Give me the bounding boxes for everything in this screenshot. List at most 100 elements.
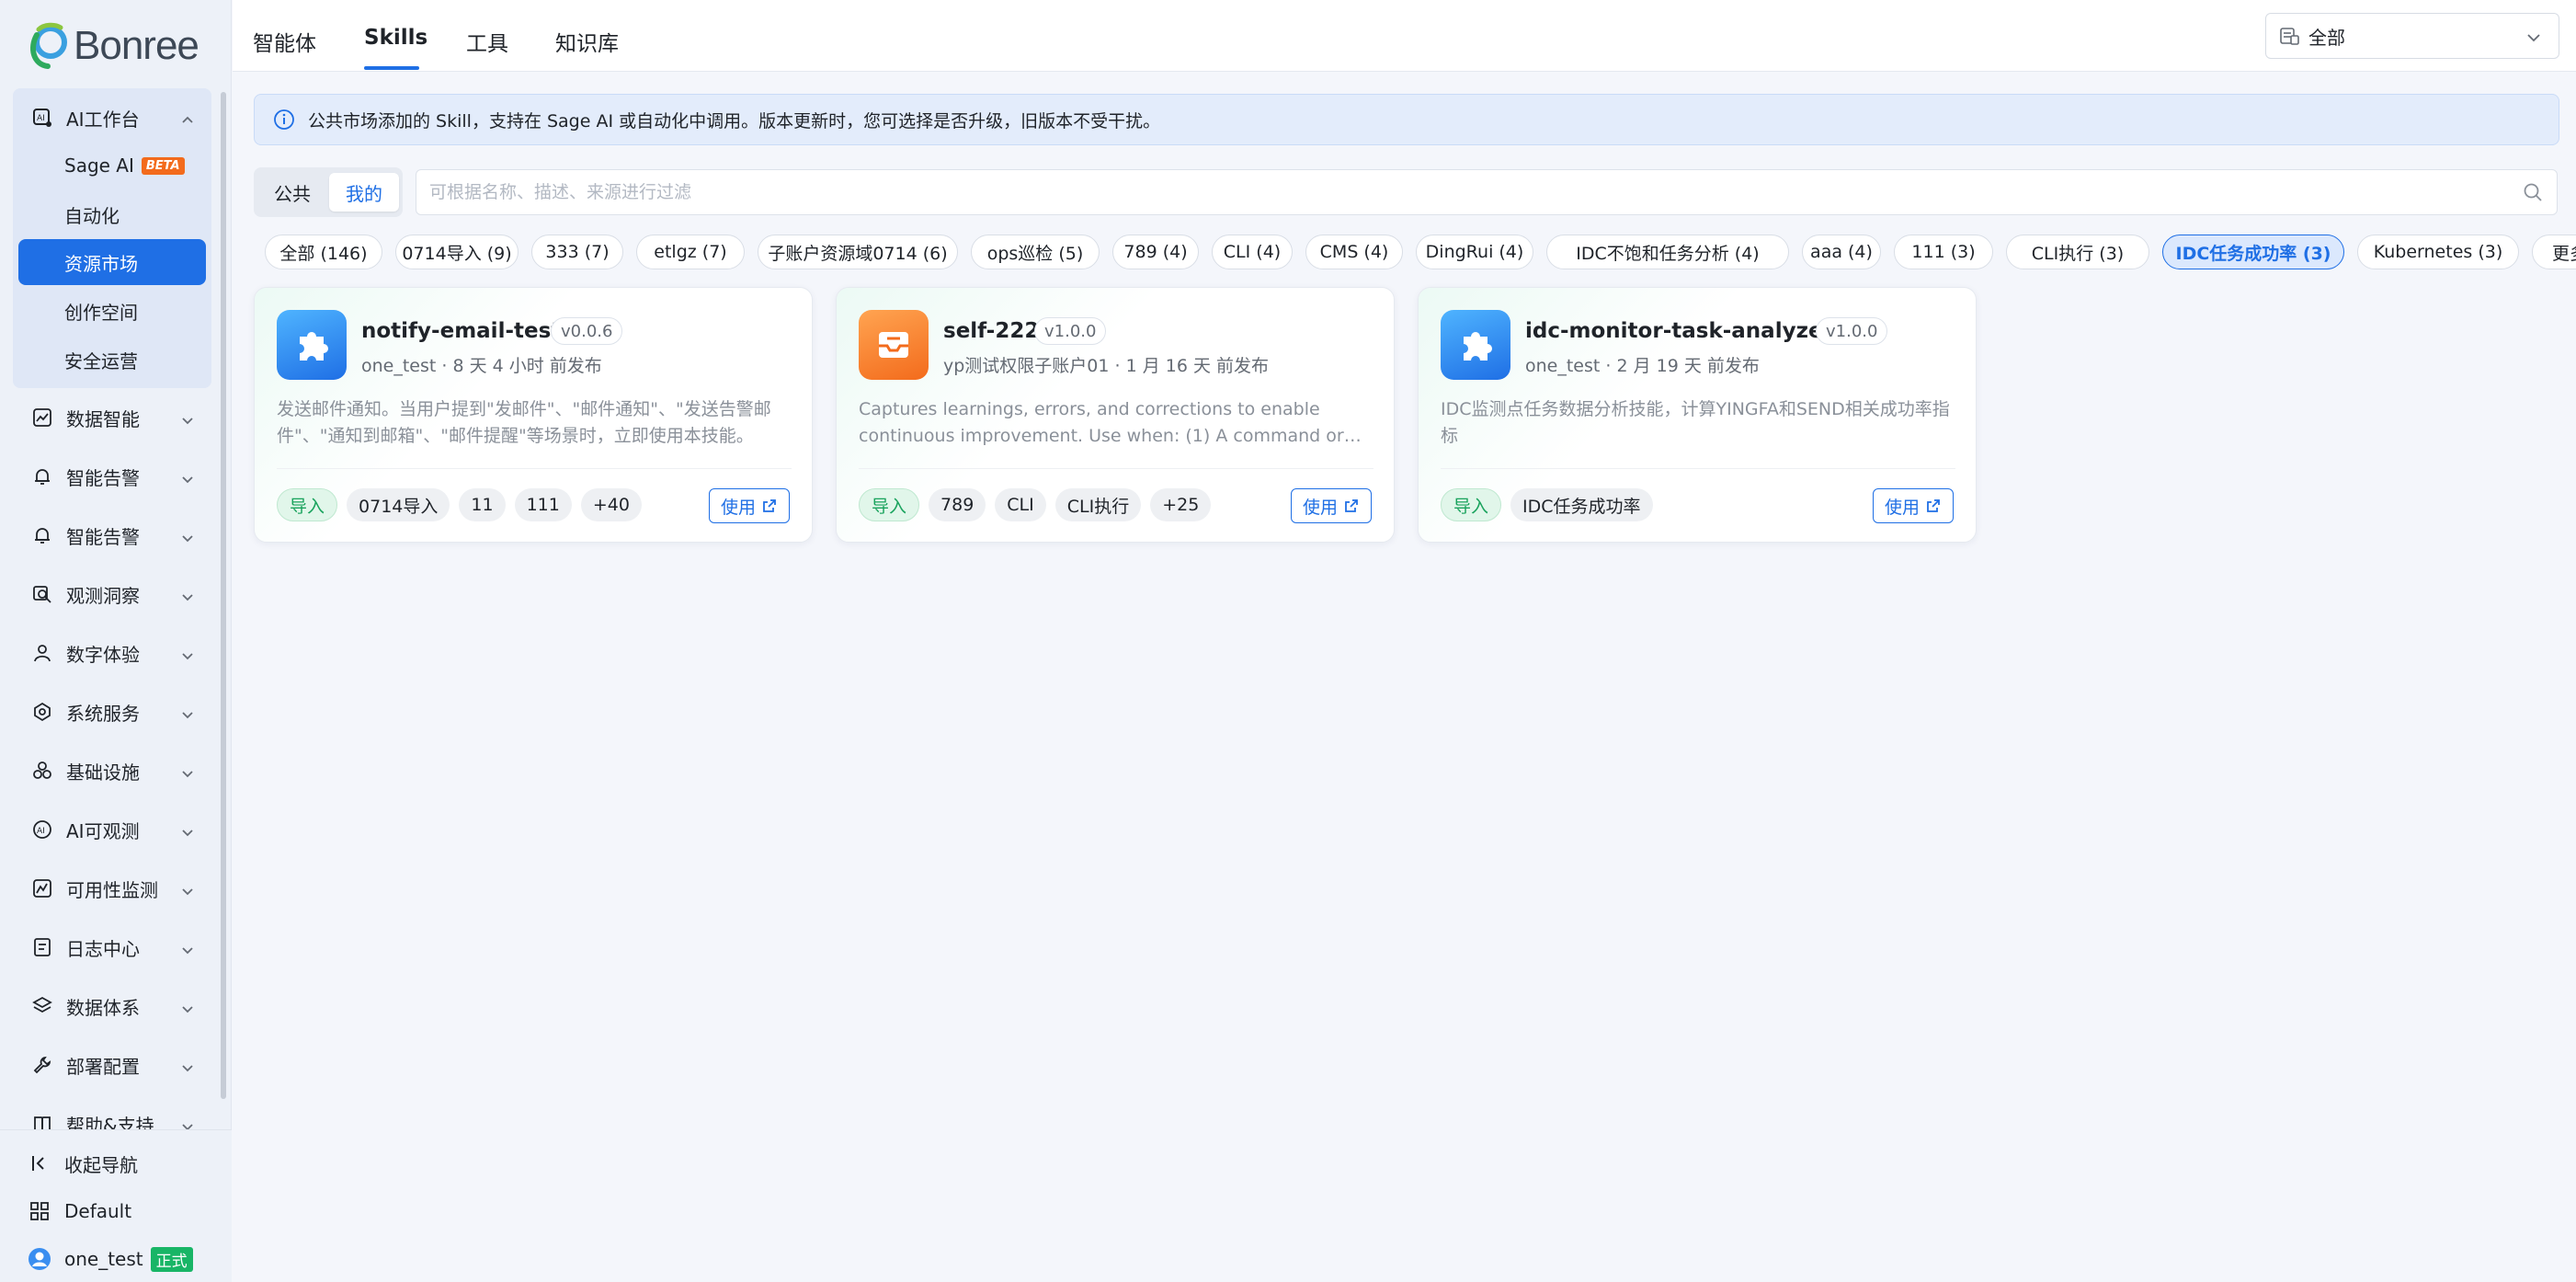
- infrastructure-icon: [31, 760, 53, 782]
- use-button-label: 使用: [720, 497, 756, 518]
- skill-tag: 111: [514, 488, 572, 521]
- filter-chip[interactable]: 111 (3): [1894, 235, 1993, 269]
- filter-chip[interactable]: Kubernetes (3): [2357, 235, 2519, 269]
- user-menu[interactable]: one_test 正式: [28, 1242, 193, 1276]
- search-input[interactable]: [416, 170, 2439, 214]
- skill-title[interactable]: notify-email-test: [361, 319, 561, 343]
- nav-group-system-service[interactable]: 系统服务: [13, 688, 211, 736]
- tab-tools[interactable]: 工具: [466, 26, 508, 57]
- filter-chip[interactable]: 789 (4): [1112, 235, 1199, 269]
- segment-public[interactable]: 公共: [257, 173, 327, 212]
- sidebar-item-label: 安全运营: [64, 349, 138, 372]
- nav-group-header-ai-workbench[interactable]: AI AI工作台: [13, 94, 211, 142]
- nav-group-ai-observe[interactable]: AI AI可观测: [13, 806, 211, 853]
- more-filters-button[interactable]: 更多: [2532, 235, 2576, 269]
- sidebar: Bonree AI AI工作台 Sage AI BETA 自动化 资源市场 创作…: [0, 0, 232, 1282]
- use-button[interactable]: 使用: [1290, 488, 1372, 523]
- nav-group-alert[interactable]: 智能告警: [13, 452, 211, 500]
- nav-group-label: 数据智能: [66, 407, 140, 430]
- sidebar-item-automation[interactable]: 自动化: [18, 191, 206, 237]
- search-icon[interactable]: [2522, 181, 2544, 207]
- publish-meta: one_test · 2 月 19 天 前发布: [1525, 356, 1760, 376]
- filter-chip[interactable]: 子账户资源域0714 (6): [758, 235, 958, 269]
- workspace-switcher[interactable]: Default: [28, 1195, 131, 1228]
- alert-icon: [31, 465, 53, 487]
- filter-chip[interactable]: IDC不饱和任务分析 (4): [1546, 235, 1789, 269]
- filter-chip[interactable]: CLI执行 (3): [2006, 235, 2149, 269]
- skill-description: Captures learnings, errors, and correcti…: [859, 399, 1344, 446]
- info-icon: [273, 109, 295, 131]
- account-status-badge: 正式: [150, 1246, 193, 1272]
- workspace-label: Default: [64, 1200, 132, 1222]
- filter-chip[interactable]: 0714导入 (9): [395, 235, 519, 269]
- skill-tag: CLI执行: [1054, 488, 1142, 521]
- sidebar-item-creation-space[interactable]: 创作空间: [18, 288, 206, 334]
- filter-chip[interactable]: aaa (4): [1802, 235, 1881, 269]
- user-name: one_test: [64, 1248, 143, 1270]
- filter-chip[interactable]: CMS (4): [1305, 235, 1403, 269]
- nav-group-chart[interactable]: 数据智能: [13, 394, 211, 441]
- card-divider: [277, 468, 792, 469]
- nav-group-label: 观测洞察: [66, 584, 140, 607]
- collapse-nav-button[interactable]: 收起导航: [28, 1147, 138, 1180]
- filter-chip[interactable]: 333 (7): [531, 235, 623, 269]
- external-link-icon: [1925, 498, 1942, 514]
- filter-chip[interactable]: etlgz (7): [636, 235, 745, 269]
- notice-text: 公共市场添加的 Skill，支持在 Sage AI 或自动化中调用。版本更新时，…: [308, 110, 1161, 132]
- active-tab-indicator: [364, 66, 419, 70]
- skill-tag: +40: [580, 488, 642, 521]
- ai-workbench-icon: AI: [31, 107, 53, 129]
- chevron-down-icon: [180, 410, 195, 432]
- nav-group-label: 部署配置: [66, 1055, 140, 1078]
- chevron-down-icon: [180, 587, 195, 609]
- beta-badge: BETA: [141, 156, 185, 175]
- puzzle-icon: [277, 310, 347, 380]
- source-tag: 导入: [859, 488, 920, 521]
- nav-group-label: 数字体验: [66, 643, 140, 666]
- tab-knowledge-base[interactable]: 知识库: [555, 26, 619, 57]
- sidebar-scrollbar[interactable]: [221, 92, 226, 1099]
- brand-logo[interactable]: Bonree: [28, 20, 199, 72]
- tab-skills[interactable]: Skills: [364, 26, 427, 50]
- skill-description: IDC监测点任务数据分析技能，计算YINGFA和SEND相关成功率指标: [1441, 399, 1950, 446]
- tag-list: 导入 IDC任务成功率: [1441, 488, 1653, 521]
- chevron-down-icon: [180, 940, 195, 962]
- filter-chip[interactable]: ops巡检 (5): [971, 235, 1100, 269]
- nav-group-availability[interactable]: 可用性监测: [13, 864, 211, 912]
- nav-group-insight[interactable]: 观测洞察: [13, 570, 211, 618]
- alert-icon: [31, 524, 53, 546]
- filter-chip[interactable]: IDC任务成功率 (3): [2162, 235, 2344, 269]
- nav-group-deploy[interactable]: 部署配置: [13, 1041, 211, 1089]
- collapse-icon: [28, 1151, 51, 1175]
- use-button-label: 使用: [1302, 497, 1338, 518]
- nav-group-alert[interactable]: 智能告警: [13, 511, 211, 559]
- scope-select[interactable]: 全部: [2265, 13, 2559, 59]
- skill-title[interactable]: idc-monitor-task-analyzer: [1525, 319, 1833, 343]
- more-filters-label: 更多: [2551, 243, 2576, 264]
- skill-card[interactable]: self-2222 v1.0.0 yp测试权限子账户01 · 1 月 16 天 前发…: [836, 287, 1395, 543]
- nav-group-infrastructure[interactable]: 基础设施: [13, 747, 211, 795]
- filter-chip[interactable]: DingRui (4): [1416, 235, 1533, 269]
- use-button[interactable]: 使用: [708, 488, 790, 523]
- nav-group-data-system[interactable]: 数据体系: [13, 982, 211, 1030]
- nav-group-label: AI工作台: [66, 108, 140, 131]
- nav-group-label: 可用性监测: [66, 878, 158, 901]
- nav-group-user-experience[interactable]: 数字体验: [13, 629, 211, 677]
- tab-agents[interactable]: 智能体: [253, 26, 316, 57]
- skill-card[interactable]: notify-email-test v0.0.6 one_test · 8 天 4 …: [254, 287, 813, 543]
- segment-mine[interactable]: 我的: [329, 173, 399, 212]
- sidebar-item-label: 自动化: [64, 204, 120, 227]
- skill-card[interactable]: idc-monitor-task-analyzer v1.0.0 one_test …: [1418, 287, 1977, 543]
- version-badge: v1.0.0: [1816, 317, 1888, 345]
- sidebar-item-security-ops[interactable]: 安全运营: [18, 337, 206, 383]
- nav-group-log[interactable]: 日志中心: [13, 923, 211, 971]
- chart-icon: [31, 406, 53, 429]
- system-service-icon: [31, 701, 53, 723]
- sidebar-item-sage-ai[interactable]: Sage AI BETA: [18, 143, 206, 189]
- card-divider: [1441, 468, 1955, 469]
- use-button[interactable]: 使用: [1872, 488, 1954, 523]
- filter-chip[interactable]: CLI (4): [1212, 235, 1293, 269]
- svg-text:AI: AI: [37, 827, 45, 836]
- filter-chip[interactable]: 全部 (146): [265, 235, 382, 269]
- sidebar-item-resource-market[interactable]: 资源市场: [18, 239, 206, 285]
